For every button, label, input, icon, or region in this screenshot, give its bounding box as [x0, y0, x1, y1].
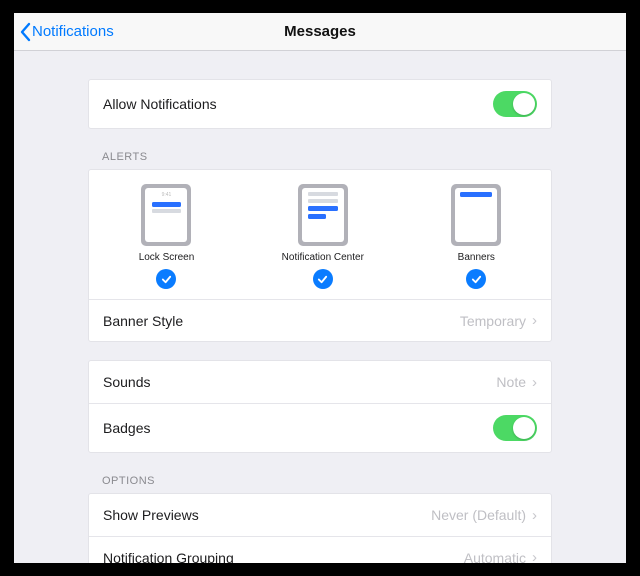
allow-notifications-label: Allow Notifications — [103, 96, 217, 112]
chevron-right-icon: › — [532, 375, 537, 390]
alert-option-label: Lock Screen — [139, 252, 195, 263]
notification-grouping-value: Automatic — [464, 550, 526, 564]
lock-screen-preview-icon: 9:41 — [141, 184, 191, 246]
check-banners[interactable] — [466, 269, 486, 289]
row-notification-grouping[interactable]: Notification Grouping Automatic › — [89, 536, 551, 563]
chevron-right-icon: › — [532, 313, 537, 328]
allow-notifications-switch[interactable] — [493, 91, 537, 117]
banners-preview-icon — [451, 184, 501, 246]
row-badges[interactable]: Badges — [89, 403, 551, 452]
sounds-label: Sounds — [103, 374, 150, 390]
row-banner-style[interactable]: Banner Style Temporary › — [89, 299, 551, 341]
notification-center-preview-icon — [298, 184, 348, 246]
check-lock-screen[interactable] — [156, 269, 176, 289]
notification-grouping-label: Notification Grouping — [103, 550, 234, 564]
chevron-left-icon — [18, 22, 32, 42]
badges-label: Badges — [103, 420, 150, 436]
back-button[interactable]: Notifications — [18, 13, 114, 50]
sounds-value: Note — [496, 374, 526, 390]
alert-option-notification-center[interactable]: Notification Center — [282, 184, 364, 289]
back-label: Notifications — [32, 23, 114, 40]
show-previews-label: Show Previews — [103, 507, 199, 523]
chevron-right-icon: › — [532, 508, 537, 523]
page-title: Messages — [284, 23, 356, 40]
banner-style-label: Banner Style — [103, 313, 183, 329]
section-header-alerts: ALERTS — [88, 151, 552, 169]
alert-option-banners[interactable]: Banners — [451, 184, 501, 289]
alert-option-label: Banners — [458, 252, 495, 263]
row-sounds[interactable]: Sounds Note › — [89, 361, 551, 403]
chevron-right-icon: › — [532, 550, 537, 563]
section-header-options: OPTIONS — [88, 475, 552, 493]
check-notification-center[interactable] — [313, 269, 333, 289]
alerts-style-panel: 9:41 Lock Screen — [89, 170, 551, 299]
navbar: Notifications Messages — [14, 13, 626, 51]
alert-option-lock-screen[interactable]: 9:41 Lock Screen — [139, 184, 195, 289]
show-previews-value: Never (Default) — [431, 507, 526, 523]
row-show-previews[interactable]: Show Previews Never (Default) › — [89, 494, 551, 536]
row-allow-notifications[interactable]: Allow Notifications — [89, 80, 551, 128]
alert-option-label: Notification Center — [282, 252, 364, 263]
badges-switch[interactable] — [493, 415, 537, 441]
banner-style-value: Temporary — [460, 313, 526, 329]
